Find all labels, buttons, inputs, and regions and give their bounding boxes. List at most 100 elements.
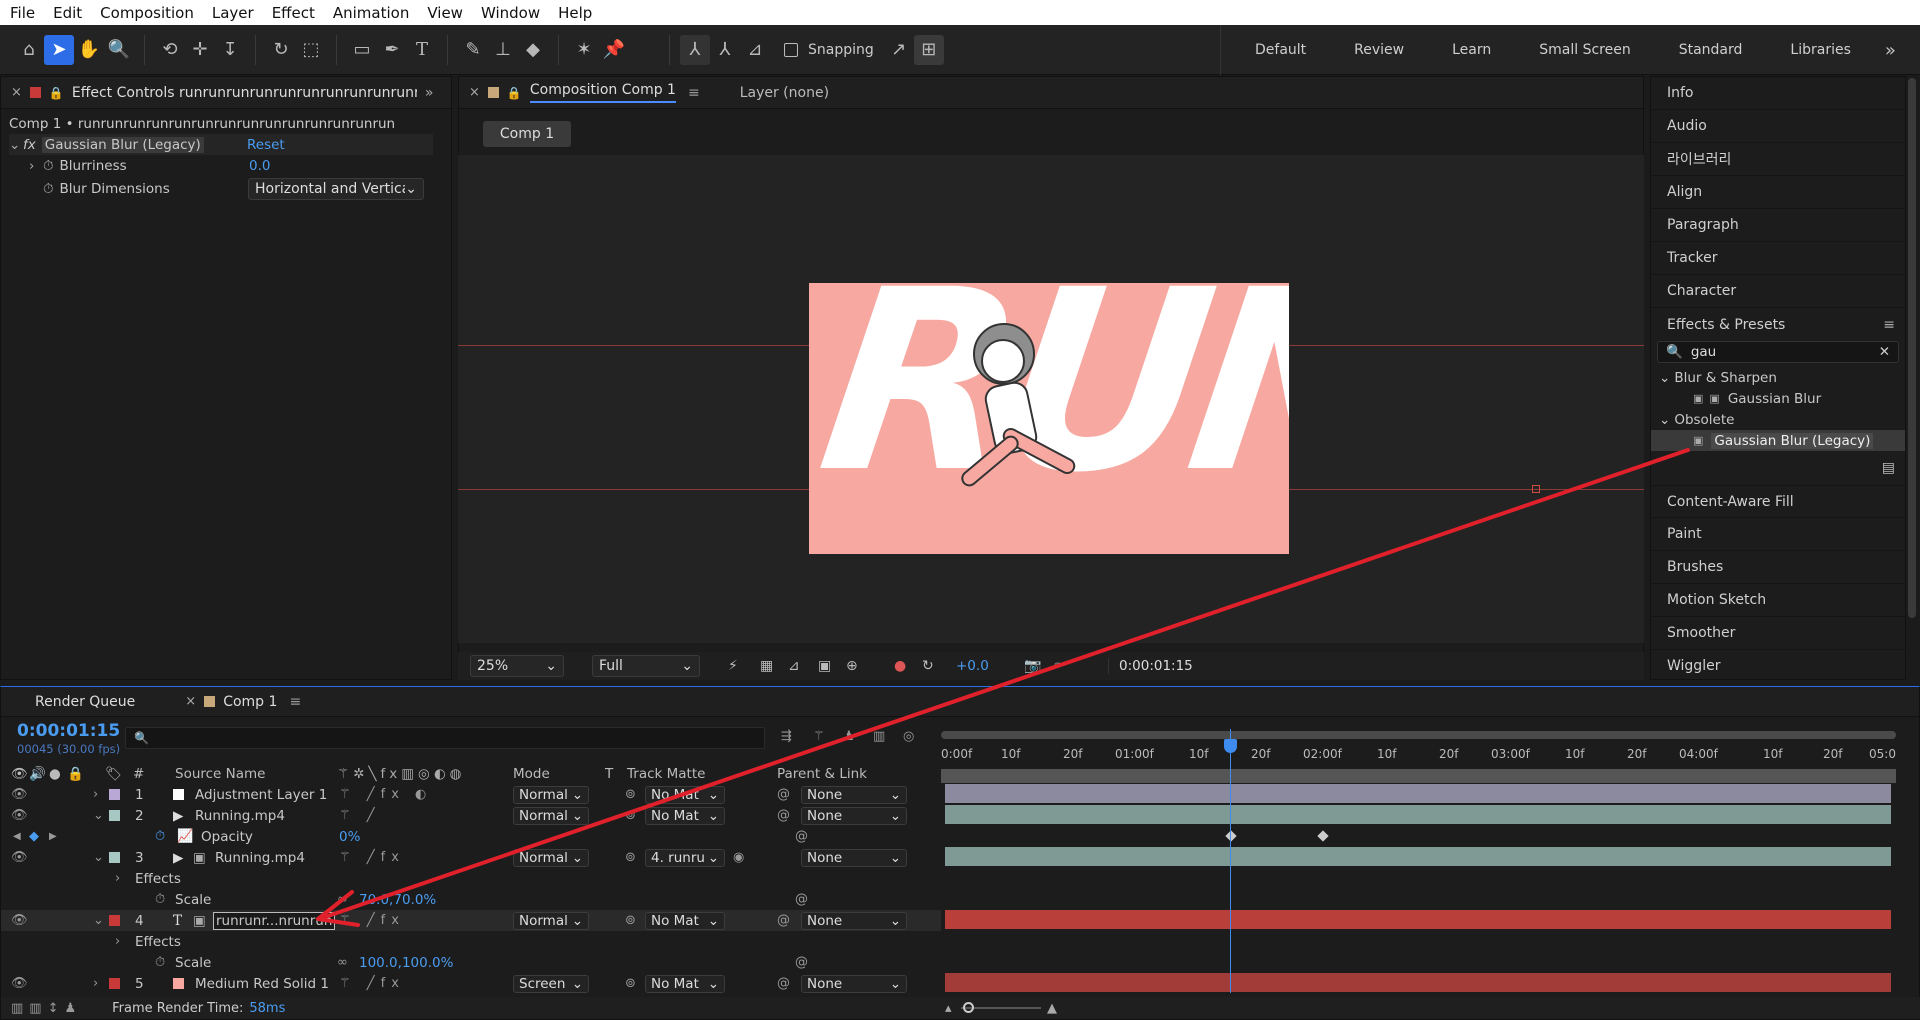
parent-link-header[interactable]: Parent & Link bbox=[777, 766, 867, 782]
clear-search-icon[interactable]: ✕ bbox=[1879, 344, 1890, 360]
pickwhip-icon[interactable]: @ bbox=[777, 787, 790, 802]
comp-timeline-tab[interactable]: Comp 1 bbox=[223, 694, 277, 710]
effect-name[interactable]: Gaussian Blur (Legacy) bbox=[41, 136, 204, 153]
menu-file[interactable]: File bbox=[10, 4, 35, 22]
workspace-libraries[interactable]: Libraries bbox=[1790, 42, 1850, 58]
keyframe-1[interactable] bbox=[1225, 830, 1237, 842]
group-blur-sharpen[interactable]: ⌄ Blur & Sharpen bbox=[1651, 367, 1905, 388]
region-of-interest-icon[interactable]: ▣ bbox=[818, 658, 831, 674]
layer-bar-2[interactable] bbox=[945, 805, 1891, 824]
right-scrollbar[interactable] bbox=[1908, 78, 1916, 618]
rotate-tool-icon[interactable]: ↻ bbox=[266, 35, 296, 65]
shy-layers-icon[interactable]: ♟ bbox=[843, 729, 855, 744]
roto-brush-icon[interactable]: ✶ bbox=[569, 35, 599, 65]
blur-dimensions-dropdown[interactable]: Horizontal and Vertica ⌄ bbox=[248, 178, 424, 200]
menu-effect[interactable]: Effect bbox=[272, 4, 315, 22]
menu-layer[interactable]: Layer bbox=[212, 4, 254, 22]
close-icon[interactable]: × bbox=[185, 694, 196, 709]
track-matte-dropdown[interactable]: No Mat ⌄ bbox=[645, 911, 725, 930]
close-icon[interactable]: × bbox=[11, 85, 22, 100]
workspace-small-screen[interactable]: Small Screen bbox=[1539, 42, 1630, 58]
axis-local-icon[interactable]: ⅄ bbox=[680, 34, 710, 65]
menu-animation[interactable]: Animation bbox=[333, 4, 409, 22]
comp-mini-flowchart-icon[interactable]: ⇶ bbox=[781, 729, 792, 744]
label-swatch[interactable] bbox=[109, 915, 120, 926]
layer-row-5[interactable]: 👁 › 5 Medium Red Solid 1 ⚚ ╱fx Screen ⌄ ⊚… bbox=[1, 973, 941, 994]
layer-bar-4[interactable] bbox=[945, 910, 1891, 929]
preserve-alpha-icon[interactable]: ⊚ bbox=[625, 787, 636, 802]
layer-row-4[interactable]: 👁 ⌄ 4 T ▣ runrunr...nrunrun ⚚ ╱fx Normal… bbox=[1, 910, 941, 931]
layer-row-2[interactable]: 👁 ⌄ 2 ▶ Running.mp4 ⚚ ╱ Normal ⌄ ⊚ No Mat… bbox=[1, 805, 941, 826]
lock-icon[interactable]: 🔒 bbox=[49, 86, 64, 100]
orbit-camera-icon[interactable]: ⟲ bbox=[155, 35, 185, 65]
timeline-search-input[interactable]: 🔍 bbox=[125, 727, 765, 749]
axis-world-icon[interactable]: ⅄ bbox=[710, 35, 740, 65]
type-tool-icon[interactable]: T bbox=[407, 35, 437, 65]
brushes-panel[interactable]: Brushes bbox=[1651, 551, 1905, 584]
comp-chip[interactable]: Comp 1 bbox=[483, 121, 571, 147]
parent-dropdown[interactable]: None ⌄ bbox=[801, 848, 907, 867]
rectangle-tool-icon[interactable]: ▭ bbox=[347, 35, 377, 65]
label-swatch[interactable] bbox=[109, 852, 120, 863]
snap-feather-icon[interactable]: ↗ bbox=[884, 35, 914, 65]
home-icon[interactable]: ⌂ bbox=[14, 35, 44, 65]
chevron-right-icon[interactable]: › bbox=[115, 871, 120, 886]
viewer-timecode[interactable]: 0:00:01:15 bbox=[1108, 658, 1193, 674]
layer-row-3[interactable]: 👁 ⌄ 3 ▶ ▣ Running.mp4 ⚚ ╱fx Normal ⌄ ⊚ 4.… bbox=[1, 847, 941, 868]
switches-icons[interactable]: ⚚ ╱fx ◐ bbox=[339, 787, 432, 802]
puppet-pin-icon[interactable]: 📌 bbox=[599, 35, 629, 65]
track-matte-header[interactable]: Track Matte bbox=[627, 766, 705, 782]
workspace-review[interactable]: Review bbox=[1354, 42, 1404, 58]
effects-search-field[interactable]: 🔍 gau ✕ bbox=[1657, 341, 1899, 363]
exposure-value[interactable]: +0.0 bbox=[956, 658, 989, 674]
keyframe-2[interactable] bbox=[1317, 830, 1329, 842]
scale-property-row[interactable]: ⏱ Scale ∞ 100.0,100.0% @ bbox=[1, 952, 941, 973]
playhead-handle[interactable] bbox=[1224, 739, 1237, 753]
layer-name[interactable]: Adjustment Layer 1 bbox=[195, 787, 327, 803]
resolution-dropdown[interactable]: Full ⌄ bbox=[592, 655, 700, 677]
menu-composition[interactable]: Composition bbox=[100, 4, 194, 22]
eye-icon[interactable]: 👁 bbox=[11, 976, 28, 991]
motion-blur-icon[interactable]: ◎ bbox=[903, 729, 914, 744]
zoom-dropdown[interactable]: 25% ⌄ bbox=[470, 655, 564, 677]
mode-dropdown[interactable]: Normal ⌄ bbox=[513, 785, 589, 804]
effect-item-gaussian-blur-legacy[interactable]: ▣ Gaussian Blur (Legacy) bbox=[1651, 430, 1905, 451]
chevron-down-icon[interactable]: ⌄ bbox=[9, 137, 23, 153]
label-swatch[interactable] bbox=[109, 789, 120, 800]
pickwhip-icon[interactable]: @ bbox=[777, 913, 790, 928]
menu-edit[interactable]: Edit bbox=[53, 4, 82, 22]
opacity-value[interactable]: 0% bbox=[339, 829, 360, 845]
lock-icon[interactable]: 🔒 bbox=[507, 86, 522, 100]
motion-path-handle[interactable] bbox=[1532, 485, 1540, 493]
new-folder-icon[interactable]: ▤ bbox=[1651, 451, 1905, 485]
preserve-alpha-icon[interactable]: ⊚ bbox=[625, 976, 636, 991]
chevron-down-icon[interactable]: ⌄ bbox=[93, 913, 104, 928]
panel-overflow-icon[interactable]: » bbox=[425, 85, 434, 101]
panel-menu-icon[interactable]: ≡ bbox=[289, 694, 301, 710]
parent-dropdown[interactable]: None ⌄ bbox=[801, 785, 907, 804]
next-keyframe-icon[interactable]: ▶ bbox=[49, 831, 57, 842]
zoom-in-icon[interactable]: ▲ bbox=[1047, 1001, 1057, 1016]
libraries-panel[interactable]: 라이브러리 bbox=[1651, 143, 1905, 176]
workspace-overflow-icon[interactable]: » bbox=[1885, 40, 1896, 61]
current-time-indicator[interactable] bbox=[1230, 729, 1231, 993]
switches-icons[interactable]: ⚚ ╱fx bbox=[339, 913, 405, 928]
info-panel[interactable]: Info bbox=[1651, 77, 1905, 110]
track-matte-dropdown[interactable]: 4. runru ⌄ bbox=[645, 848, 725, 867]
mode-dropdown[interactable]: Normal ⌄ bbox=[513, 806, 589, 825]
parent-dropdown[interactable]: None ⌄ bbox=[801, 974, 907, 993]
switches-icons[interactable]: ⚚ ╱fx bbox=[339, 850, 405, 865]
reset-link[interactable]: Reset bbox=[247, 137, 285, 153]
layer-name[interactable]: Medium Red Solid 1 bbox=[195, 976, 329, 992]
stopwatch-icon[interactable]: ⏱ bbox=[43, 158, 54, 174]
workspace-default[interactable]: Default bbox=[1255, 42, 1306, 58]
preserve-alpha-icon[interactable]: ⊚ bbox=[625, 850, 636, 865]
paint-panel[interactable]: Paint bbox=[1651, 518, 1905, 551]
stopwatch-icon[interactable]: ⏱ bbox=[43, 181, 54, 197]
preserve-alpha-icon[interactable]: ⊚ bbox=[625, 808, 636, 823]
panel-menu-icon[interactable]: ≡ bbox=[1883, 317, 1895, 333]
eye-icon[interactable]: 👁 bbox=[11, 850, 28, 865]
switches-icons[interactable]: ⚚ ╱ bbox=[339, 808, 381, 823]
chevron-right-icon[interactable]: › bbox=[29, 158, 43, 174]
zoom-out-icon[interactable]: ▴ bbox=[945, 1001, 952, 1016]
